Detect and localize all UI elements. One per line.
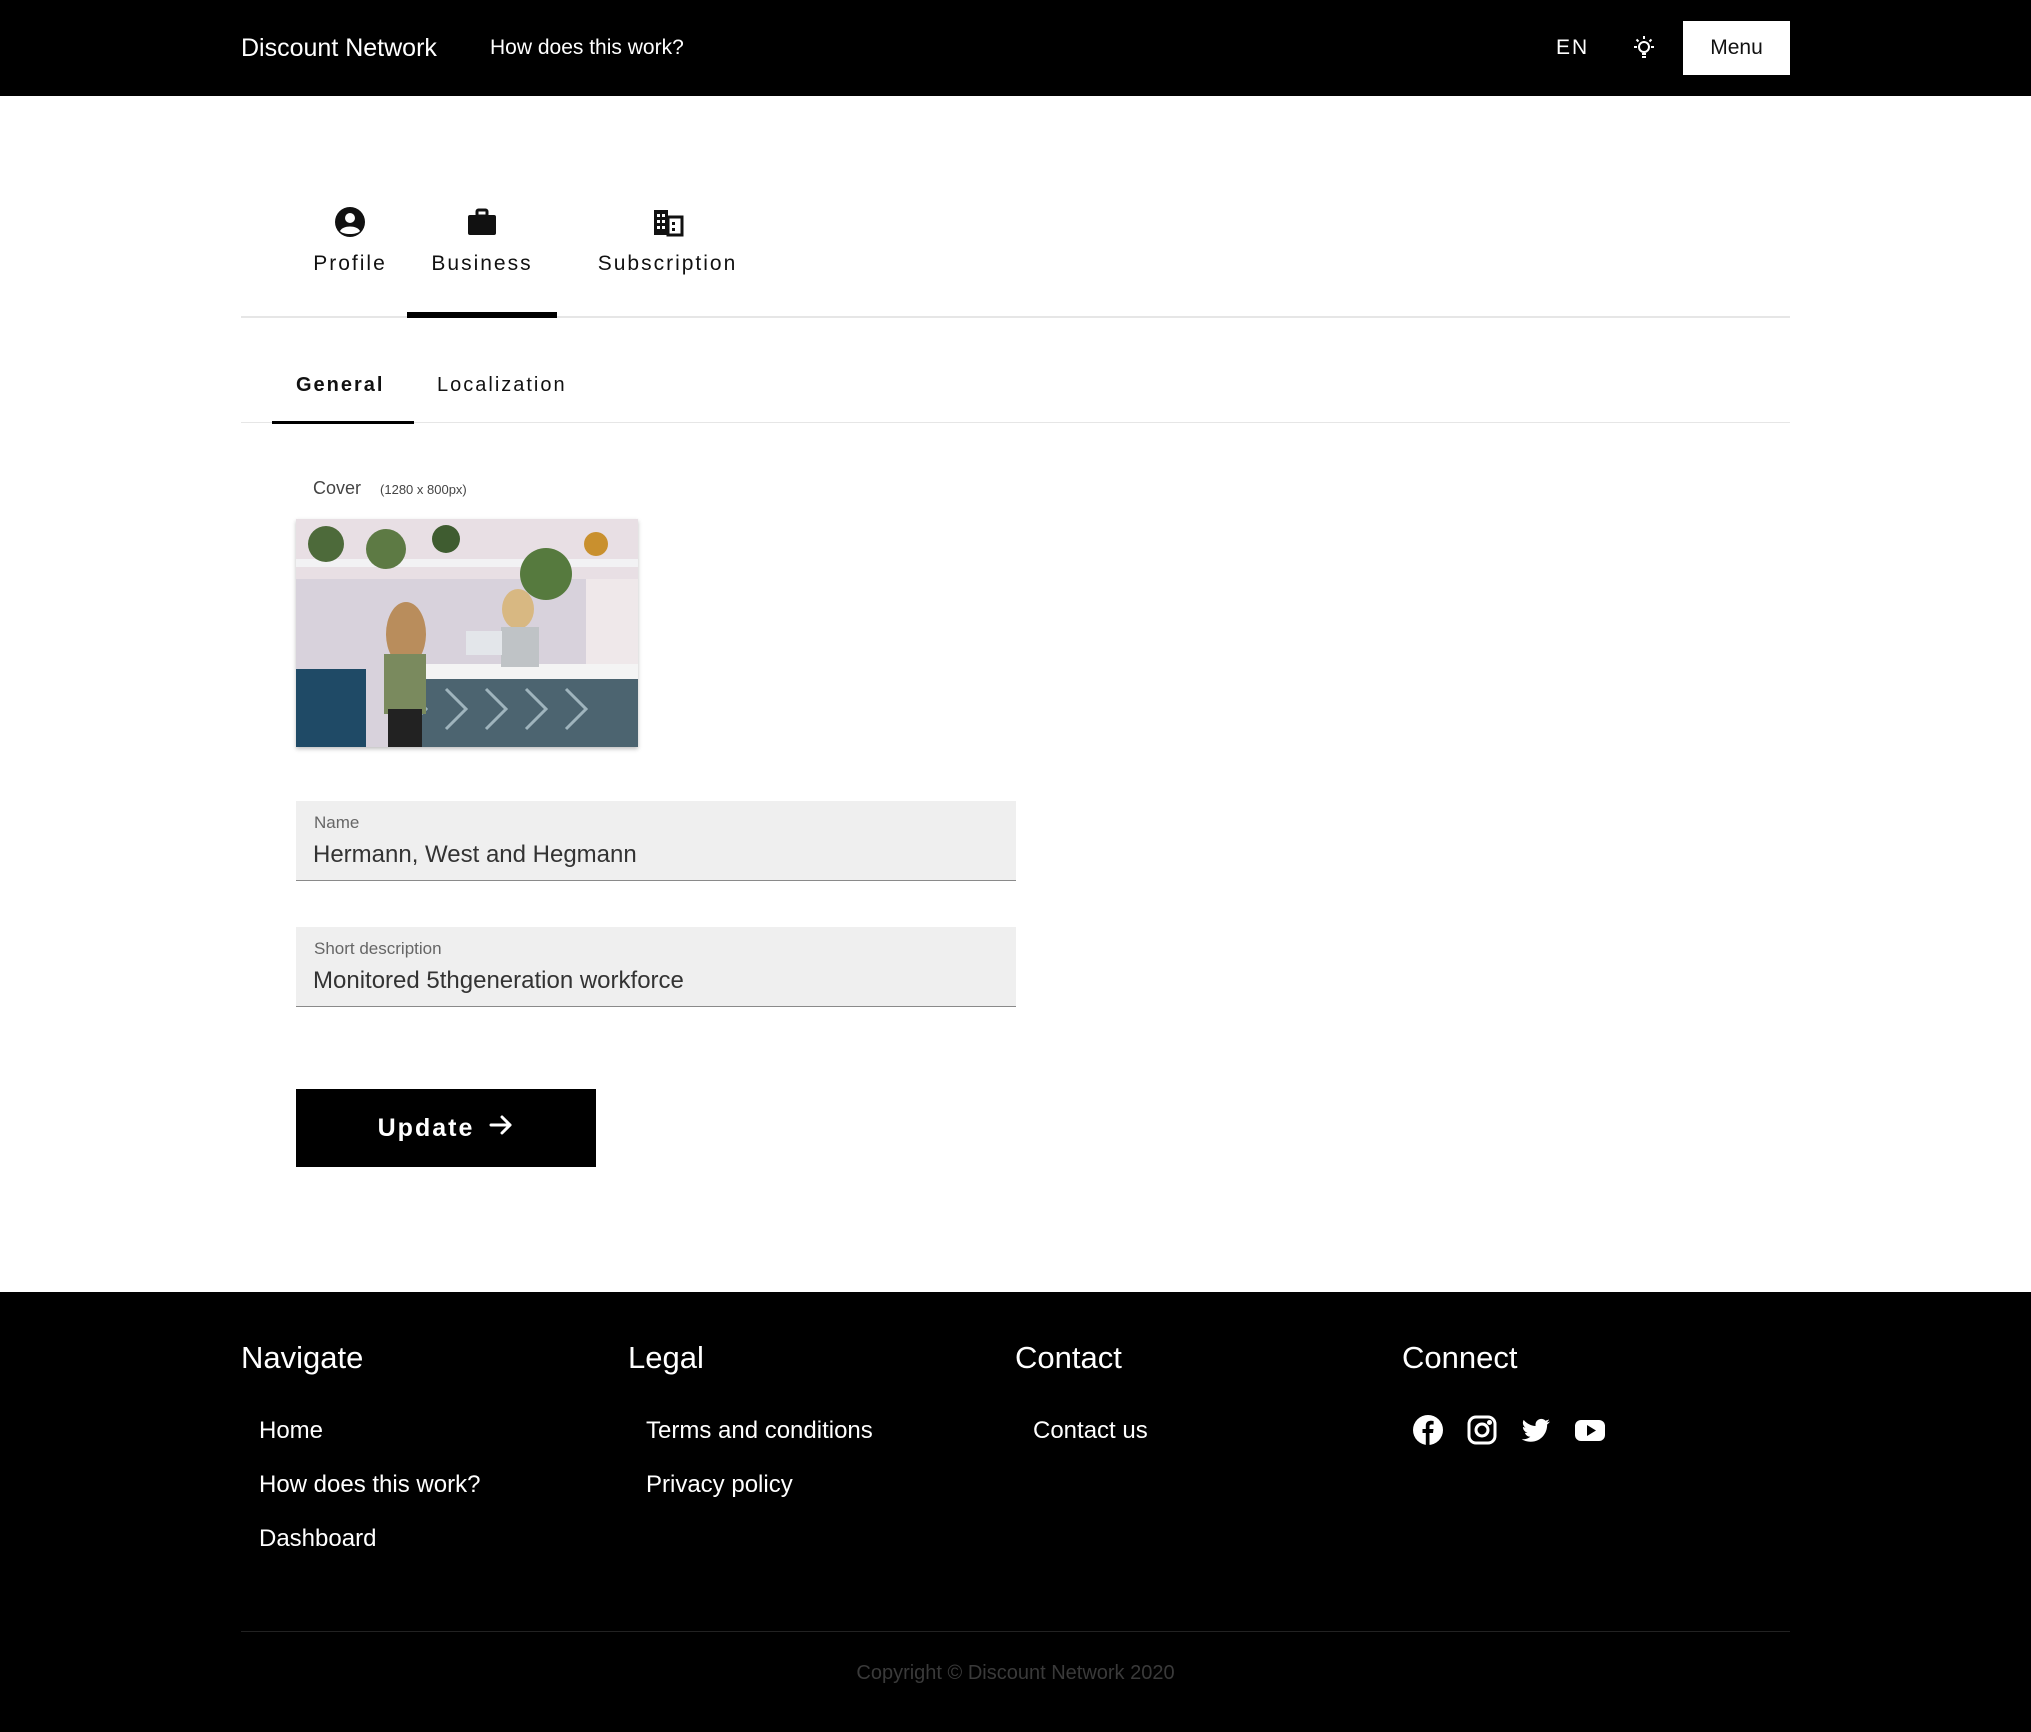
- update-button[interactable]: Update: [296, 1089, 596, 1167]
- footer-link-home[interactable]: Home: [259, 1404, 480, 1458]
- account-circle-icon: [334, 206, 366, 238]
- how-does-this-work-link[interactable]: How does this work?: [490, 32, 684, 64]
- footer-divider: [241, 1631, 1790, 1632]
- short-description-field: Short description: [296, 927, 1016, 1007]
- footer-legal-column: Legal Terms and conditions Privacy polic…: [628, 1336, 873, 1512]
- footer-connect-title: Connect: [1402, 1340, 1518, 1375]
- footer-navigate-title: Navigate: [241, 1340, 364, 1375]
- tab-label: Business: [431, 252, 533, 275]
- cover-size-hint: (1280 x 800px): [380, 482, 467, 497]
- account-tabs: Profile Business Subscription: [241, 190, 1790, 318]
- business-sub-tabs: General Localization: [241, 360, 1790, 424]
- twitter-icon[interactable]: [1520, 1414, 1552, 1446]
- subtab-general[interactable]: General: [296, 374, 384, 397]
- footer-link-contact-us[interactable]: Contact us: [1033, 1404, 1148, 1458]
- building-icon: [652, 206, 684, 238]
- tab-profile[interactable]: Profile: [292, 190, 408, 318]
- arrow-right-icon: [488, 1112, 514, 1145]
- short-description-input[interactable]: [313, 967, 1003, 995]
- footer-link-privacy[interactable]: Privacy policy: [646, 1458, 873, 1512]
- footer-link-dashboard[interactable]: Dashboard: [259, 1512, 480, 1566]
- subtab-localization[interactable]: Localization: [437, 374, 567, 397]
- footer-link-how-it-works[interactable]: How does this work?: [259, 1458, 480, 1512]
- cover-label: Cover (1280 x 800px): [313, 478, 467, 499]
- footer-connect-column: Connect: [1402, 1336, 1606, 1446]
- name-input[interactable]: [313, 841, 1003, 869]
- cover-image[interactable]: [296, 519, 638, 747]
- language-selector[interactable]: EN: [1556, 32, 1589, 64]
- footer-legal-title: Legal: [628, 1340, 704, 1375]
- tab-label: Profile: [313, 252, 387, 275]
- tab-label: Subscription: [597, 252, 738, 275]
- short-description-label: Short description: [314, 939, 442, 958]
- youtube-icon[interactable]: [1574, 1414, 1606, 1446]
- name-field-label: Name: [314, 813, 360, 832]
- tab-business[interactable]: Business: [407, 190, 557, 318]
- top-navbar: Discount Network How does this work? EN …: [0, 0, 2031, 96]
- tab-subscription[interactable]: Subscription: [575, 190, 760, 318]
- facebook-icon[interactable]: [1412, 1414, 1444, 1446]
- site-footer: Navigate Home How does this work? Dashbo…: [0, 1292, 2031, 1732]
- active-tab-indicator: [407, 312, 557, 318]
- menu-button[interactable]: Menu: [1683, 21, 1790, 75]
- cover-label-text: Cover: [313, 478, 362, 498]
- briefcase-icon: [466, 206, 498, 238]
- brand-logo[interactable]: Discount Network: [241, 30, 437, 66]
- instagram-icon[interactable]: [1466, 1414, 1498, 1446]
- social-links: [1412, 1414, 1606, 1446]
- footer-link-terms[interactable]: Terms and conditions: [646, 1404, 873, 1458]
- footer-navigate-column: Navigate Home How does this work? Dashbo…: [241, 1336, 480, 1566]
- update-button-label: Update: [377, 1113, 475, 1142]
- footer-contact-title: Contact: [1015, 1340, 1122, 1375]
- lightbulb-icon[interactable]: [1630, 34, 1658, 62]
- footer-contact-column: Contact Contact us: [1015, 1336, 1148, 1458]
- copyright-text: Copyright © Discount Network 2020: [856, 1662, 1175, 1684]
- name-field: Name: [296, 801, 1016, 881]
- active-subtab-indicator: [272, 421, 414, 424]
